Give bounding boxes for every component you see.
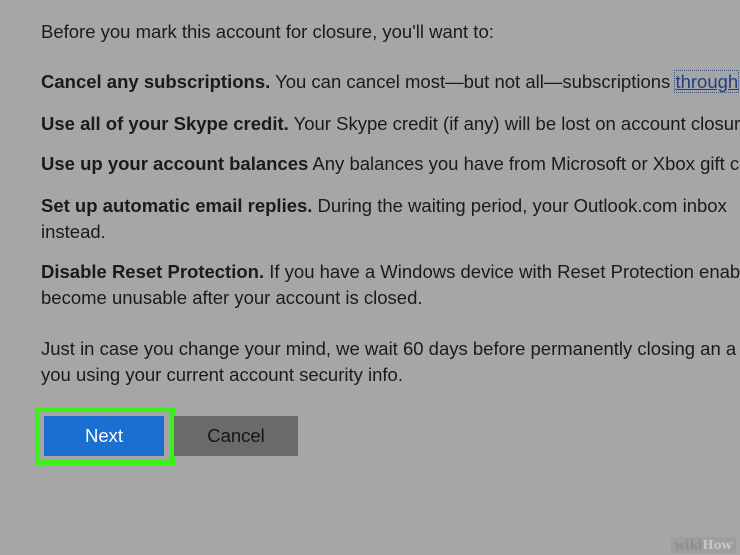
watermark-wiki: wiki bbox=[674, 538, 703, 552]
item-text-continued: instead. bbox=[41, 221, 106, 242]
next-button[interactable]: Next bbox=[44, 416, 164, 456]
item-email-replies: Set up automatic email replies. During t… bbox=[41, 193, 727, 245]
item-account-balances: Use up your account balances Any balance… bbox=[41, 151, 740, 177]
subscriptions-link[interactable]: through bbox=[674, 70, 740, 93]
wikihow-watermark: wikiHow bbox=[670, 537, 736, 553]
cancel-button[interactable]: Cancel bbox=[174, 416, 298, 456]
item-text: If you have a Windows device with Reset … bbox=[264, 261, 740, 282]
item-title: Use up your account balances bbox=[41, 153, 309, 174]
intro-text: Before you mark this account for closure… bbox=[41, 21, 494, 42]
item-cancel-subscriptions: Cancel any subscriptions. You can cancel… bbox=[41, 69, 740, 95]
watermark-how: How bbox=[702, 538, 732, 552]
item-reset-protection: Disable Reset Protection. If you have a … bbox=[41, 259, 740, 311]
item-text: Your Skype credit (if any) will be lost … bbox=[288, 113, 740, 134]
item-text-continued: become unusable after your account is cl… bbox=[41, 287, 423, 308]
item-text: You can cancel most—but not all—subscrip… bbox=[270, 71, 676, 92]
item-title: Disable Reset Protection. bbox=[41, 261, 265, 282]
item-text: Any balances you have from Microsoft or … bbox=[308, 153, 740, 174]
outro-line-2: you using your current account security … bbox=[41, 364, 403, 385]
outro-line-1: Just in case you change your mind, we wa… bbox=[41, 338, 737, 359]
item-text: During the waiting period, your Outlook.… bbox=[312, 195, 727, 216]
outro-text: Just in case you change your mind, we wa… bbox=[41, 336, 736, 388]
item-title: Use all of your Skype credit. bbox=[41, 113, 289, 134]
item-title: Cancel any subscriptions. bbox=[41, 71, 271, 92]
item-title: Set up automatic email replies. bbox=[41, 195, 313, 216]
item-skype-credit: Use all of your Skype credit. Your Skype… bbox=[41, 111, 740, 137]
